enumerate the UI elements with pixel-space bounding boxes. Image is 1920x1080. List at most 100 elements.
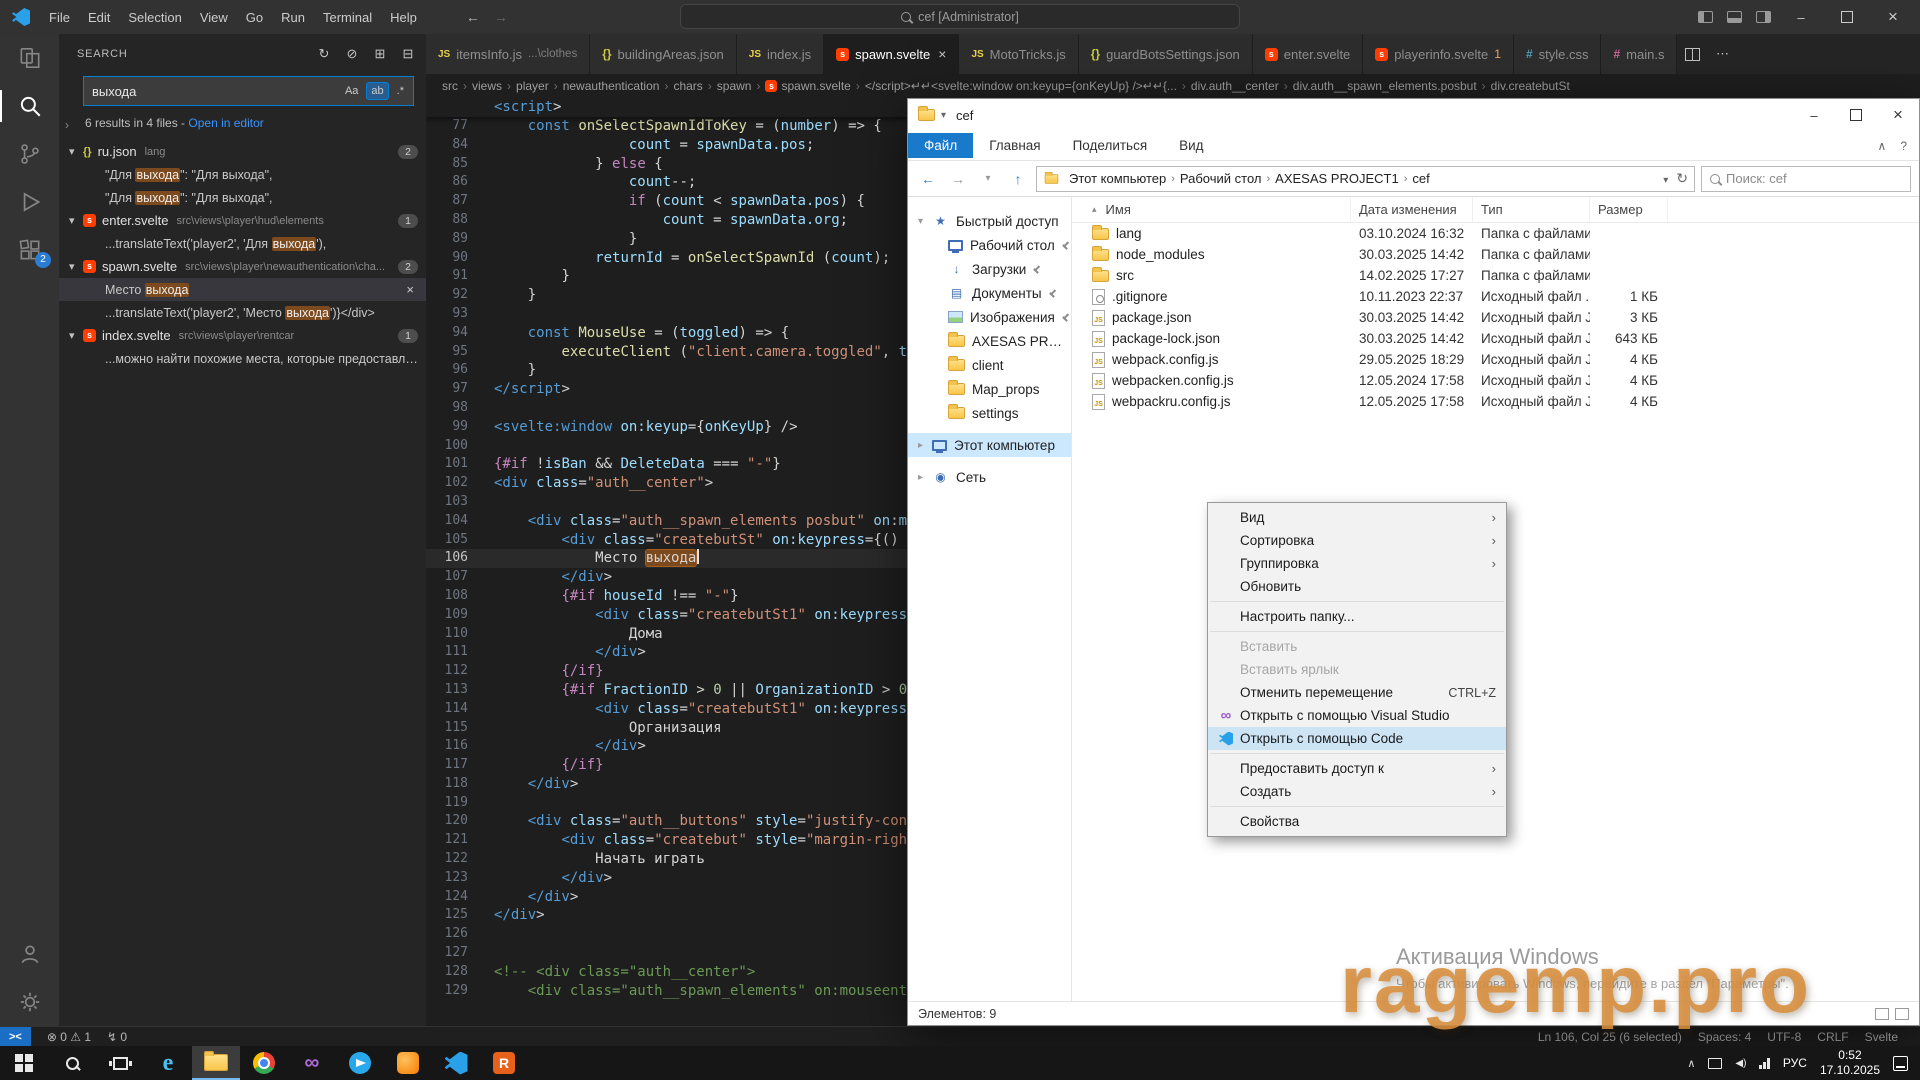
taskbar-search[interactable]: [48, 1046, 96, 1080]
menu-item-Настроить папку...[interactable]: Настроить папку...: [1208, 605, 1506, 628]
tab-spawn.svelte[interactable]: sspawn.svelte×: [824, 34, 959, 74]
search-file-row[interactable]: ▾senter.sveltesrc\views\player\hud\eleme…: [59, 209, 426, 232]
status-item[interactable]: CRLF: [1809, 1030, 1856, 1044]
menu-item-Вставить ярлык[interactable]: Вставить ярлык: [1208, 658, 1506, 681]
file-row[interactable]: JSwebpackru.config.js12.05.2025 17:58Исх…: [1072, 391, 1919, 412]
forward-icon[interactable]: [946, 167, 970, 191]
taskbar-explorer[interactable]: [192, 1046, 240, 1080]
nav-item-settings[interactable]: settings: [908, 401, 1071, 425]
file-row[interactable]: .gitignore10.11.2023 22:37Исходный файл …: [1072, 286, 1919, 307]
breadcrumb-item[interactable]: player: [516, 79, 549, 93]
tab-buildingAreas.json[interactable]: {}buildingAreas.json: [590, 34, 737, 74]
taskbar-vscode[interactable]: [432, 1046, 480, 1080]
maximize-button[interactable]: [1826, 0, 1868, 34]
file-row[interactable]: node_modules30.03.2025 14:42Папка с файл…: [1072, 244, 1919, 265]
address-segment[interactable]: AXESAS PROJECT1: [1270, 169, 1404, 188]
refresh-icon[interactable]: ↻: [314, 44, 334, 64]
status-problems[interactable]: ↯ 0: [99, 1030, 135, 1044]
language-indicator[interactable]: РУС: [1783, 1056, 1807, 1070]
account-icon[interactable]: [0, 930, 59, 978]
menu-file[interactable]: File: [40, 10, 79, 25]
back-icon[interactable]: [916, 167, 940, 191]
status-item[interactable]: Spaces: 4: [1690, 1030, 1759, 1044]
file-row[interactable]: src14.02.2025 17:27Папка с файлами: [1072, 265, 1919, 286]
action-center-icon[interactable]: [1893, 1056, 1908, 1071]
search-match-row[interactable]: "Для выхода": "Для выхода",: [59, 186, 426, 209]
tab-guardBotsSettings.json[interactable]: {}guardBotsSettings.json: [1079, 34, 1253, 74]
back-icon[interactable]: ←: [466, 9, 480, 25]
ribbon-tab-Главная[interactable]: Главная: [973, 133, 1056, 158]
status-problems[interactable]: ⊗ 0 ⚠ 1: [39, 1030, 99, 1044]
taskbar-edge[interactable]: e: [144, 1046, 192, 1080]
nav-item-AXESAS PROJECT1[interactable]: AXESAS PROJECT1: [908, 329, 1071, 353]
menu-edit[interactable]: Edit: [79, 10, 119, 25]
run-debug-icon[interactable]: [0, 178, 59, 226]
menu-item-Сортировка[interactable]: Сортировка›: [1208, 529, 1506, 552]
collapse-all-icon[interactable]: ⊟: [398, 44, 418, 64]
nav-item-Map_props[interactable]: Map_props: [908, 377, 1071, 401]
nav-item-client[interactable]: client: [908, 353, 1071, 377]
menu-terminal[interactable]: Terminal: [314, 10, 381, 25]
breadcrumb-item[interactable]: div.auth__center: [1191, 79, 1279, 93]
column-header-Размер[interactable]: Размер: [1590, 197, 1668, 222]
dismiss-icon[interactable]: ×: [402, 282, 418, 297]
search-match-row[interactable]: Место выхода×: [59, 278, 426, 301]
clock[interactable]: 0:52 17.10.2025: [1820, 1048, 1880, 1078]
search-match-row[interactable]: ...translateText('player2', 'Место выход…: [59, 301, 426, 324]
settings-gear-icon[interactable]: [0, 978, 59, 1026]
nav-item-Быстрый доступ[interactable]: ▾★Быстрый доступ: [908, 209, 1071, 233]
taskbar-chrome[interactable]: [240, 1046, 288, 1080]
tab-index.js[interactable]: JSindex.js: [737, 34, 824, 74]
ribbon-tab-Поделиться[interactable]: Поделиться: [1057, 133, 1164, 158]
chevron-down-icon[interactable]: ▾: [941, 110, 946, 121]
nav-item-Документы[interactable]: ▤Документы: [908, 281, 1071, 305]
close-icon[interactable]: ×: [938, 46, 946, 62]
search-input[interactable]: [92, 84, 340, 99]
breadcrumb-item[interactable]: div.auth__spawn_elements.posbut: [1293, 79, 1477, 93]
menu-item-Открыть с помощью Visual Studio[interactable]: ∞Открыть с помощью Visual Studio: [1208, 704, 1506, 727]
taskbar-ragemp[interactable]: R: [480, 1046, 528, 1080]
file-row[interactable]: JSwebpack.config.js29.05.2025 18:29Исход…: [1072, 349, 1919, 370]
extensions-icon[interactable]: 2: [0, 226, 59, 274]
nav-item-Сеть[interactable]: ▸◉Сеть: [908, 465, 1071, 489]
status-item[interactable]: Ln 106, Col 25 (6 selected): [1530, 1030, 1690, 1044]
tab-enter.svelte[interactable]: senter.svelte: [1253, 34, 1364, 74]
taskbar-telegram[interactable]: [336, 1046, 384, 1080]
more-actions-icon[interactable]: ⋯: [1707, 34, 1737, 74]
match-case-icon[interactable]: Aa: [340, 82, 363, 100]
refresh-icon[interactable]: [1676, 170, 1688, 187]
search-icon[interactable]: [0, 82, 59, 130]
toggle-secondary-sidebar-icon[interactable]: [1756, 11, 1771, 23]
search-match-row[interactable]: ...translateText('player2', 'Для выхода'…: [59, 232, 426, 255]
breadcrumb-item[interactable]: chars: [673, 79, 702, 93]
recent-locations-icon[interactable]: [976, 167, 1000, 191]
explorer-icon[interactable]: [0, 34, 59, 82]
tab-MotoTricks.js[interactable]: JSMotoTricks.js: [959, 34, 1078, 74]
file-row[interactable]: JSwebpacken.config.js12.05.2024 17:58Исх…: [1072, 370, 1919, 391]
menu-item-Обновить[interactable]: Обновить: [1208, 575, 1506, 598]
file-row[interactable]: JSpackage-lock.json30.03.2025 14:42Исход…: [1072, 328, 1919, 349]
menu-run[interactable]: Run: [272, 10, 314, 25]
breadcrumb-item[interactable]: views: [472, 79, 502, 93]
address-segment[interactable]: Этот компьютер: [1064, 169, 1171, 188]
menu-item-Свойства[interactable]: Свойства: [1208, 810, 1506, 833]
menu-item-Вставить[interactable]: Вставить: [1208, 635, 1506, 658]
forward-icon[interactable]: →: [494, 9, 508, 25]
ribbon-tab-Вид[interactable]: Вид: [1163, 133, 1219, 158]
taskbar-taskview[interactable]: [96, 1046, 144, 1080]
explorer-search-box[interactable]: Поиск: cef: [1701, 166, 1911, 192]
ribbon-tab-Файл[interactable]: Файл: [908, 133, 973, 158]
display-tray-icon[interactable]: [1708, 1058, 1722, 1069]
column-header-Тип[interactable]: Тип: [1473, 197, 1590, 222]
tab-itemsInfo.js[interactable]: JSitemsInfo.js...\clothes: [426, 34, 590, 74]
breadcrumb-item[interactable]: div.createbutSt: [1491, 79, 1570, 93]
taskbar-visualstudio[interactable]: ∞: [288, 1046, 336, 1080]
maximize-button[interactable]: [1835, 99, 1877, 131]
breadcrumb-item[interactable]: src: [442, 79, 458, 93]
column-header-Дата изменения[interactable]: Дата изменения: [1351, 197, 1473, 222]
address-segment[interactable]: Рабочий стол: [1175, 169, 1267, 188]
clear-results-icon[interactable]: ⊘: [342, 44, 362, 64]
status-item[interactable]: Svelte: [1857, 1030, 1906, 1044]
tab-style.css[interactable]: #style.css: [1514, 34, 1602, 74]
address-segment[interactable]: cef: [1407, 169, 1434, 188]
